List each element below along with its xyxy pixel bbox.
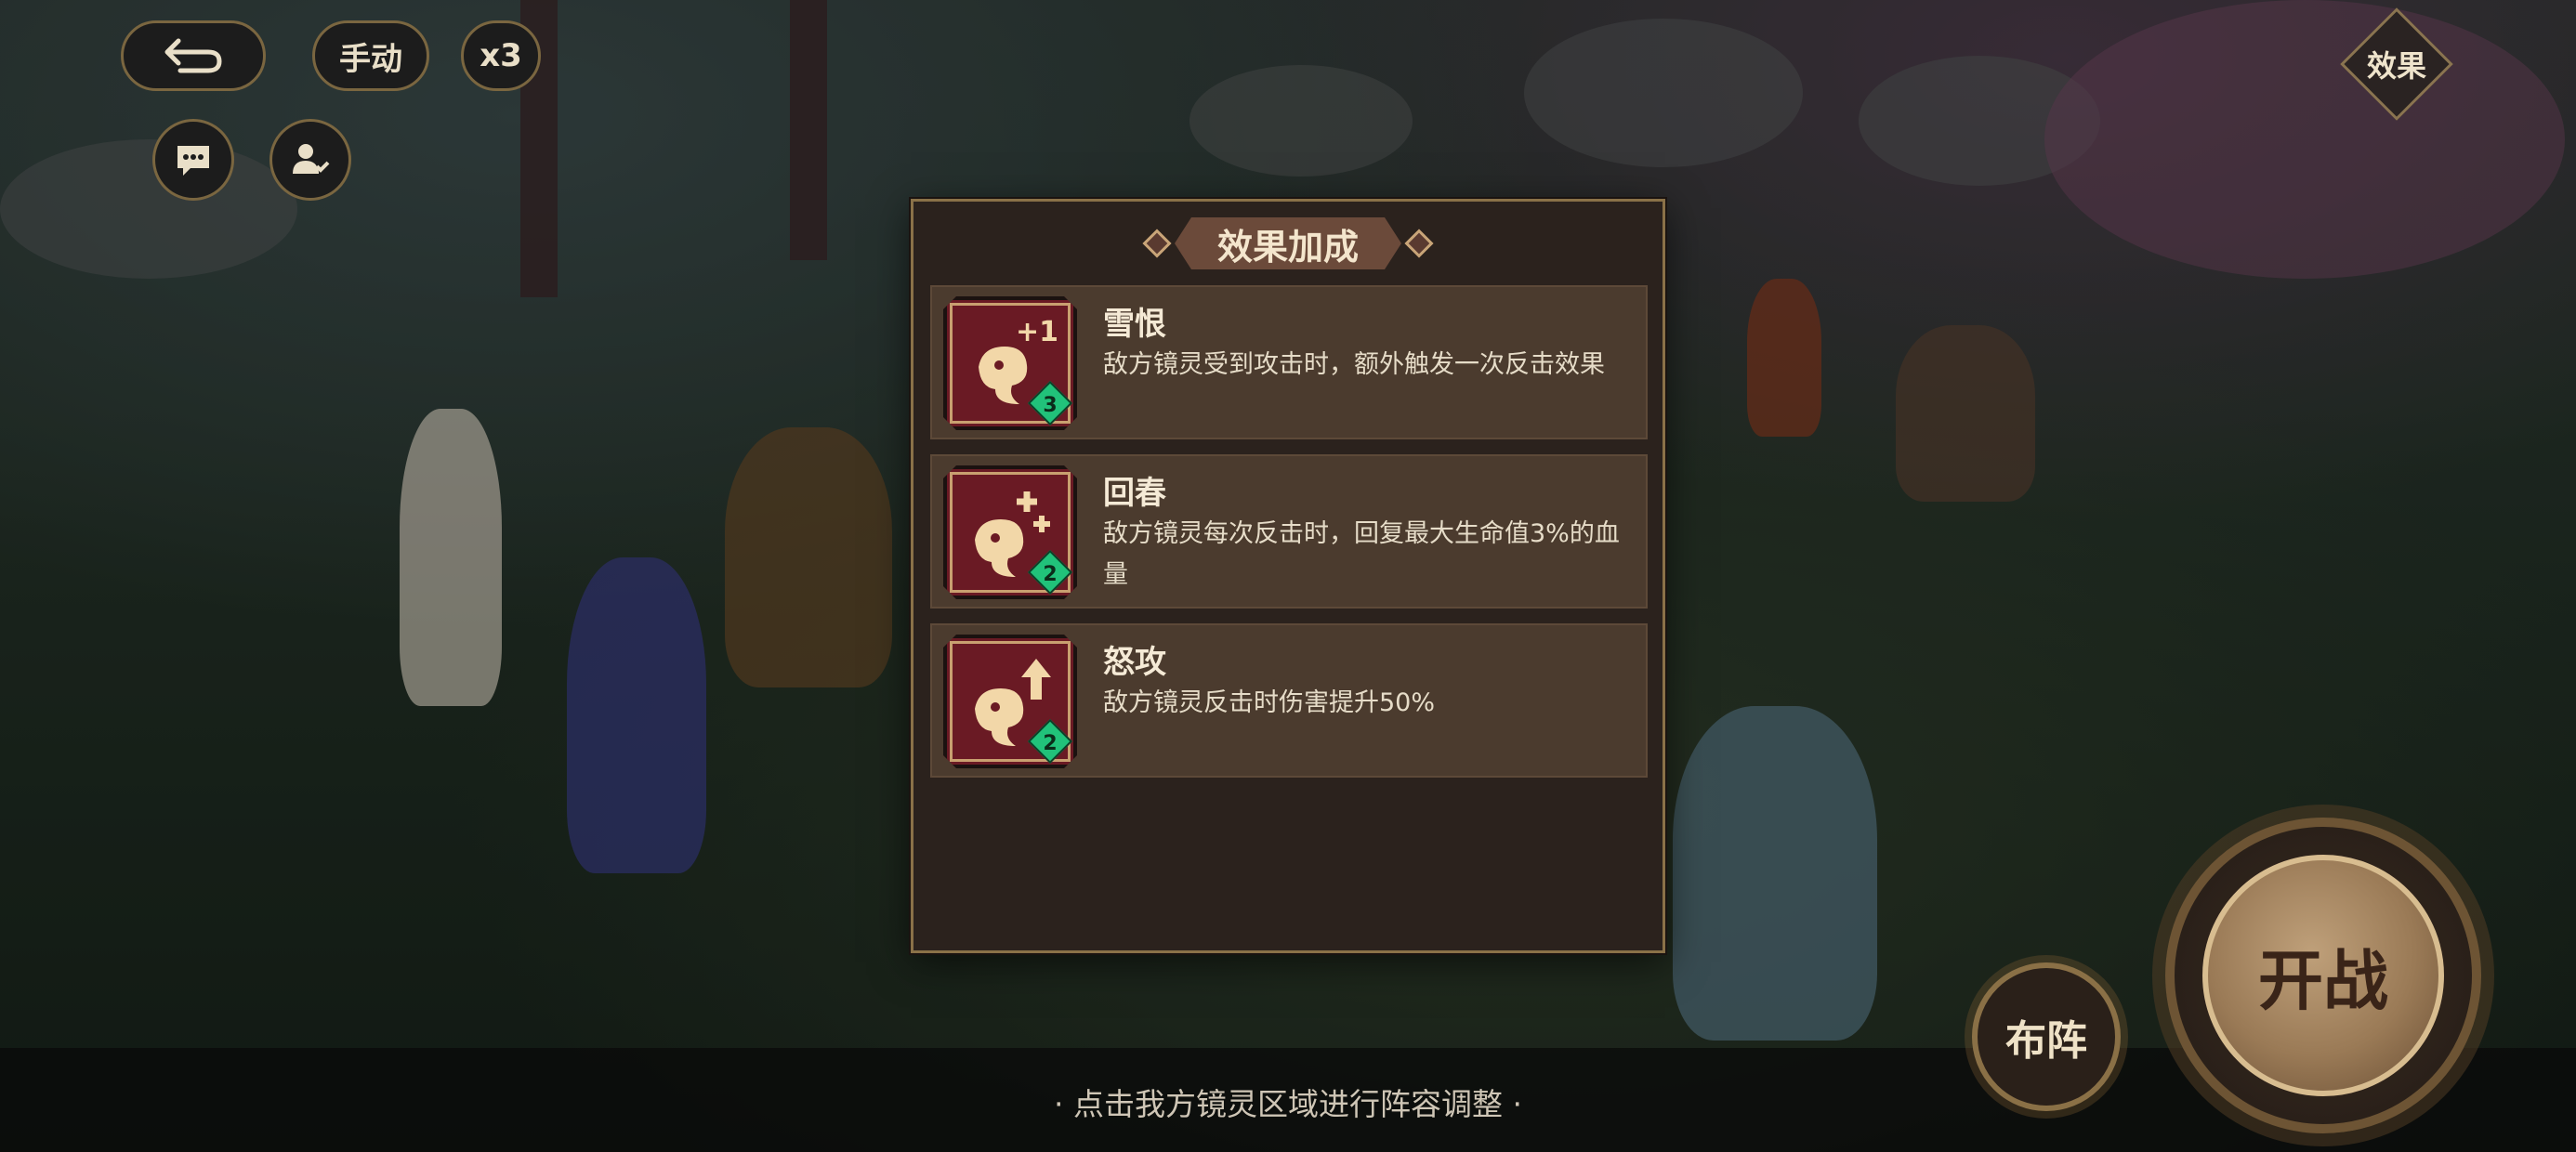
counter-damage-up-icon: 2 — [943, 635, 1077, 768]
manual-mode-button[interactable]: 手动 — [312, 20, 429, 91]
enemy-character[interactable] — [1747, 279, 1821, 437]
effect-card-xuehen: +1 3 雪恨 敌方镜灵受到攻击时，额外触发一次反击效果 — [930, 285, 1648, 439]
rock — [0, 139, 297, 279]
effect-description: 敌方镜灵每次反击时，回复最大生命值3%的血量 — [1103, 519, 1620, 589]
counter-heal-icon: 2 — [943, 465, 1077, 599]
effect-description: 敌方镜灵反击时伤害提升50% — [1103, 688, 1436, 717]
gate-pillar — [790, 0, 827, 260]
effect-description: 敌方镜灵受到攻击时，额外触发一次反击效果 — [1103, 350, 1605, 379]
effect-name: 怒攻 — [1103, 644, 1166, 681]
rock — [1524, 19, 1803, 167]
ally-character[interactable] — [1673, 706, 1877, 1041]
cherry-tree — [2044, 0, 2565, 279]
formation-button[interactable]: 布阵 — [1972, 962, 2121, 1111]
level-number: 2 — [1043, 731, 1058, 755]
chat-bubble-icon — [177, 146, 209, 176]
effect-name: 回春 — [1103, 475, 1166, 512]
effect-bonus-panel: 效果加成 +1 3 雪恨 敌方镜灵受到攻击时，额外触发一次反击效果 2 回春 敌… — [911, 199, 1665, 953]
svg-text:+1: +1 — [1016, 316, 1058, 348]
back-button[interactable] — [121, 20, 266, 91]
ally-character[interactable] — [400, 409, 502, 706]
return-arrow-icon — [164, 38, 222, 73]
level-number: 3 — [1043, 393, 1058, 417]
diamond-ornament-icon — [1404, 229, 1434, 258]
panel-header: 效果加成 — [913, 215, 1663, 272]
friend-button[interactable] — [269, 119, 351, 201]
rock — [1859, 56, 2100, 186]
chat-button[interactable] — [152, 119, 234, 201]
formation-hint-text: · 点击我方镜灵区域进行阵容调整 · — [1054, 1086, 1522, 1122]
rock — [1189, 65, 1413, 177]
start-battle-button[interactable]: 开战 — [2202, 855, 2444, 1096]
friend-user-icon — [293, 144, 330, 174]
ally-character[interactable] — [725, 427, 892, 687]
level-number: 2 — [1043, 562, 1058, 586]
ally-character[interactable] — [567, 557, 706, 873]
effects-button[interactable]: 效果 — [2357, 24, 2437, 104]
enemy-character[interactable] — [1896, 325, 2035, 502]
effect-card-huichun: 2 回春 敌方镜灵每次反击时，回复最大生命值3%的血量 — [930, 454, 1648, 609]
effect-name: 雪恨 — [1103, 306, 1166, 343]
panel-title: 效果加成 — [1175, 217, 1401, 269]
speed-toggle-button[interactable]: x3 — [461, 20, 541, 91]
effect-card-nugong: 2 怒攻 敌方镜灵反击时伤害提升50% — [930, 623, 1648, 778]
counter-plus-one-icon: +1 3 — [943, 296, 1077, 430]
diamond-ornament-icon — [1142, 229, 1172, 258]
